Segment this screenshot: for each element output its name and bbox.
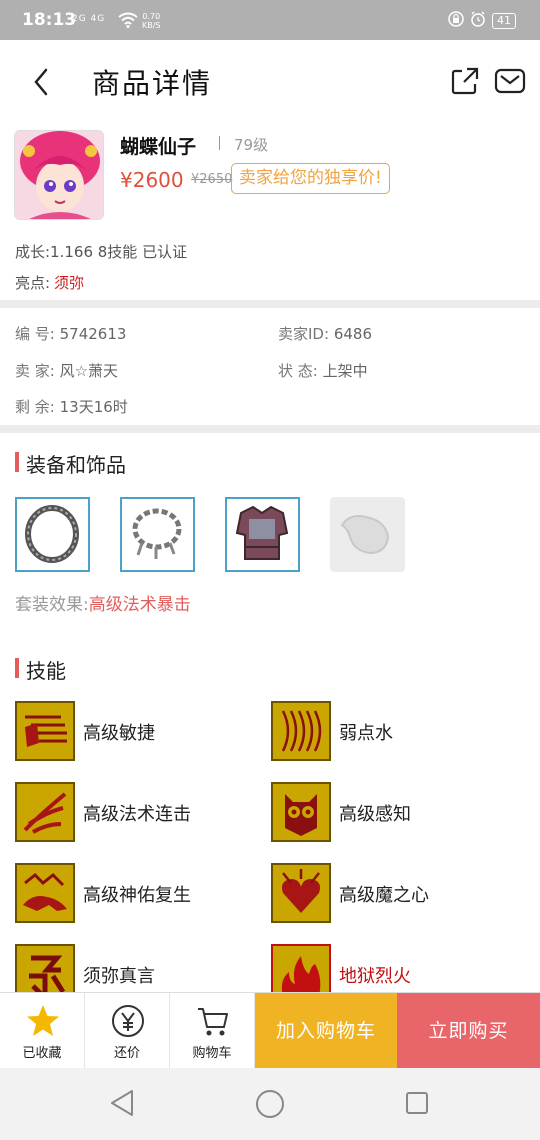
seller-id-label: 卖家ID: bbox=[278, 325, 330, 343]
equipment-section-title: 装备和饰品 bbox=[15, 449, 126, 478]
bargain-button[interactable]: 还价 bbox=[85, 993, 170, 1069]
status-label: 状 态: bbox=[278, 362, 318, 380]
heart-icon bbox=[271, 863, 331, 923]
skill-item[interactable]: 高级敏捷 bbox=[15, 701, 245, 761]
equipment-slot-armor[interactable] bbox=[225, 497, 300, 572]
beast-revive-icon bbox=[15, 863, 75, 923]
page-title: 商品详情 bbox=[92, 67, 213, 100]
set-effect-label: 套装效果: bbox=[15, 595, 89, 615]
status-value: 上架中 bbox=[322, 362, 368, 380]
nav-recents-icon[interactable] bbox=[405, 1091, 429, 1115]
favorite-button[interactable]: 已收藏 bbox=[0, 993, 85, 1069]
status-bar: 18:13 2G 4G 0.70 KB/S 41 bbox=[0, 0, 540, 40]
wifi-icon bbox=[118, 12, 138, 32]
skill-name: 弱点水 bbox=[339, 723, 393, 744]
owl-icon bbox=[271, 782, 331, 842]
time-remaining: 剩 余: 13天16时 bbox=[15, 396, 128, 417]
cart-icon bbox=[198, 1008, 228, 1036]
item-number-label: 编 号: bbox=[15, 325, 55, 343]
skill-item[interactable]: 弱点水 bbox=[271, 701, 501, 761]
signal-indicator: 2G 4G bbox=[72, 14, 106, 24]
set-effect-value: 高级法术暴击 bbox=[88, 595, 191, 615]
seller: 卖 家: 风☆萧天 bbox=[15, 360, 118, 381]
skill-name: 高级感知 bbox=[339, 804, 411, 825]
remain-value: 13天16时 bbox=[59, 398, 128, 416]
yen-icon bbox=[112, 1005, 144, 1037]
growth-info: 成长:1.166 8技能 已认证 bbox=[15, 243, 188, 261]
claw-strike-icon bbox=[15, 782, 75, 842]
skill-name: 高级法术连击 bbox=[83, 804, 191, 825]
lock-icon bbox=[448, 11, 464, 31]
original-price: ¥2650 bbox=[191, 172, 233, 187]
system-nav-bar bbox=[0, 1068, 540, 1140]
equipment-slot-bracelet[interactable] bbox=[120, 497, 195, 572]
seller-label: 卖 家: bbox=[15, 362, 55, 380]
nav-home-icon[interactable] bbox=[255, 1089, 285, 1119]
seller-id-value: 6486 bbox=[333, 325, 372, 343]
avatar[interactable] bbox=[14, 130, 104, 220]
skill-name: 须弥真言 bbox=[83, 966, 155, 987]
empty-slot-icon bbox=[340, 515, 390, 555]
app-header: 商品详情 bbox=[0, 40, 540, 124]
share-icon bbox=[451, 67, 479, 95]
necklace-icon bbox=[25, 505, 79, 563]
exclusive-price-badge: 卖家给您的独享价! bbox=[231, 163, 390, 194]
net-speed-value: 0.70 bbox=[142, 12, 161, 21]
status-time: 18:13 bbox=[22, 10, 77, 30]
skill-name: 高级魔之心 bbox=[339, 885, 429, 906]
bargain-label: 还价 bbox=[113, 1046, 140, 1061]
highlight-label: 亮点: bbox=[15, 274, 51, 292]
skill-item[interactable]: 高级神佑复生 bbox=[15, 863, 245, 923]
remain-label: 剩 余: bbox=[15, 398, 55, 416]
net-speed-unit: KB/S bbox=[142, 21, 161, 30]
section-divider bbox=[0, 425, 540, 433]
skill-name: 高级神佑复生 bbox=[83, 885, 191, 906]
battery-indicator: 41 bbox=[492, 13, 516, 29]
cart-button[interactable]: 购物车 bbox=[170, 993, 255, 1069]
star-icon bbox=[27, 1005, 59, 1036]
message-button[interactable] bbox=[494, 66, 526, 96]
mail-icon bbox=[494, 68, 526, 94]
net-speed: 0.70 KB/S bbox=[142, 12, 161, 30]
cart-label: 购物车 bbox=[192, 1046, 232, 1061]
role-name: 蝴蝶仙子 bbox=[120, 136, 197, 158]
equipment-slot-empty[interactable] bbox=[330, 497, 405, 572]
water-wave-icon bbox=[271, 701, 331, 761]
item-number: 编 号: 5742613 bbox=[15, 323, 126, 344]
skill-name: 高级敏捷 bbox=[83, 723, 155, 744]
set-effect: 套装效果:高级法术暴击 bbox=[15, 590, 191, 615]
listing-status: 状 态: 上架中 bbox=[278, 360, 368, 381]
skills-section-title: 技能 bbox=[15, 655, 66, 684]
add-to-cart-button[interactable]: 加入购物车 bbox=[255, 993, 397, 1069]
alarm-icon bbox=[470, 11, 486, 31]
back-button[interactable] bbox=[28, 66, 56, 98]
buy-now-button[interactable]: 立即购买 bbox=[397, 993, 540, 1069]
skill-item[interactable]: 高级法术连击 bbox=[15, 782, 245, 842]
skill-name: 地狱烈火 bbox=[339, 966, 411, 987]
price: ¥2600 bbox=[120, 168, 184, 192]
item-number-value: 5742613 bbox=[59, 325, 127, 343]
armor-icon bbox=[235, 505, 289, 560]
seller-value: 风☆萧天 bbox=[59, 362, 119, 380]
favorite-label: 已收藏 bbox=[22, 1046, 62, 1061]
role-level: 79级 bbox=[234, 136, 269, 154]
bracelet-icon bbox=[132, 508, 182, 559]
share-button[interactable] bbox=[450, 66, 480, 96]
bottom-action-bar: 已收藏 还价 购物车 加入购物车 立即购买 bbox=[0, 992, 540, 1069]
role-summary: 蝴蝶仙子 79级 ¥2600 ¥2650 卖家给您的独享价! 成长:1.166 … bbox=[0, 124, 540, 300]
seller-id: 卖家ID: 6486 bbox=[278, 323, 372, 344]
divider bbox=[219, 136, 220, 150]
skill-item[interactable]: 高级魔之心 bbox=[271, 863, 501, 923]
highlight-value: 须弥 bbox=[54, 274, 85, 292]
highlight-info: 亮点: 须弥 bbox=[15, 272, 84, 293]
skill-item[interactable]: 高级感知 bbox=[271, 782, 501, 842]
nav-back-icon[interactable] bbox=[108, 1088, 136, 1118]
chevron-left-icon bbox=[34, 68, 48, 96]
equipment-slot-necklace[interactable] bbox=[15, 497, 90, 572]
section-divider bbox=[0, 300, 540, 308]
running-feet-icon bbox=[15, 701, 75, 761]
